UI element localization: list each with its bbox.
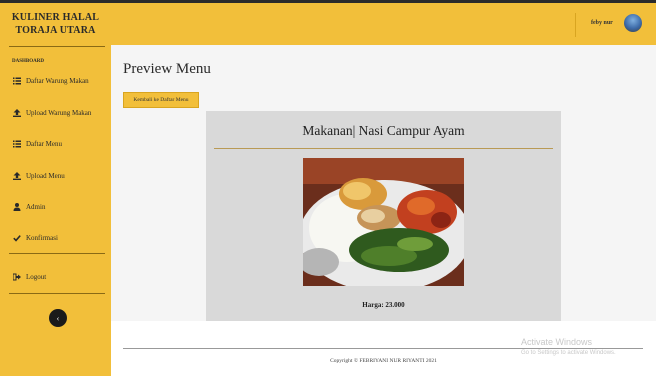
brand-logo[interactable]: KULINER HALAL TORAJA UTARA — [0, 11, 111, 37]
sidebar-item-upload-menu[interactable]: Upload Menu — [12, 169, 65, 183]
footer: Copyright © FEBRIYANI NUR RIYANTI 2021 — [111, 321, 656, 376]
sidebar-item-logout[interactable]: Logout — [12, 270, 46, 284]
brand-line-1: KULINER HALAL — [11, 12, 100, 23]
menu-preview-card: Makanan| Nasi Campur Ayam Harga: 23.000 — [206, 111, 561, 321]
avatar[interactable] — [624, 14, 642, 32]
sidebar-divider — [9, 253, 105, 254]
list-icon — [12, 139, 22, 149]
topbar: feby nur — [111, 3, 656, 45]
page-title: Preview Menu — [123, 61, 211, 77]
sign-out-icon — [12, 272, 22, 282]
footer-divider — [123, 348, 643, 349]
sidebar-divider — [9, 293, 105, 294]
upload-icon — [12, 171, 22, 181]
sidebar-item-daftar-menu[interactable]: Daftar Menu — [12, 137, 62, 151]
sidebar: KULINER HALAL TORAJA UTARA DASHBOARD Daf… — [0, 3, 111, 376]
menu-photo — [303, 158, 464, 286]
user-name[interactable]: feby nur — [591, 20, 613, 26]
sidebar-item-label: Upload Warung Makan — [26, 109, 92, 117]
brand-line-2: TORAJA UTARA — [15, 25, 96, 36]
sidebar-item-konfirmasi[interactable]: Konfirmasi — [12, 231, 58, 245]
upload-icon — [12, 108, 22, 118]
check-icon — [12, 233, 22, 243]
topbar-divider — [575, 13, 576, 37]
sidebar-item-label: Konfirmasi — [26, 234, 58, 242]
user-tie-icon — [12, 202, 22, 212]
sidebar-item-admin[interactable]: Admin — [12, 200, 45, 214]
menu-price: Harga: 23.000 — [362, 301, 405, 309]
back-to-menu-list-button[interactable]: Kembali ke Daftar Menu — [123, 92, 199, 108]
sidebar-item-daftar-warung-makan[interactable]: Daftar Warung Makan — [12, 74, 89, 88]
copyright-text: Copyright © FEBRIYANI NUR RIYANTI 2021 — [330, 358, 437, 364]
sidebar-item-upload-warung-makan[interactable]: Upload Warung Makan — [12, 106, 91, 120]
sidebar-item-label: Upload Menu — [26, 172, 65, 180]
chevron-left-icon: ‹ — [56, 313, 60, 323]
sidebar-divider — [9, 46, 105, 47]
card-divider — [214, 148, 553, 149]
sidebar-heading: DASHBOARD — [12, 59, 44, 64]
sidebar-item-label: Admin — [26, 203, 46, 211]
activate-windows-watermark: Activate Windows — [521, 337, 593, 347]
sidebar-item-label: Daftar Warung Makan — [26, 77, 89, 85]
activate-windows-hint: Go to Settings to activate Windows. — [521, 350, 616, 356]
list-icon — [12, 76, 22, 86]
menu-title: Makanan| Nasi Campur Ayam — [302, 123, 465, 138]
sidebar-toggle-button[interactable]: ‹ — [49, 309, 67, 327]
sidebar-item-label: Daftar Menu — [26, 140, 62, 148]
logout-label: Logout — [26, 273, 47, 281]
